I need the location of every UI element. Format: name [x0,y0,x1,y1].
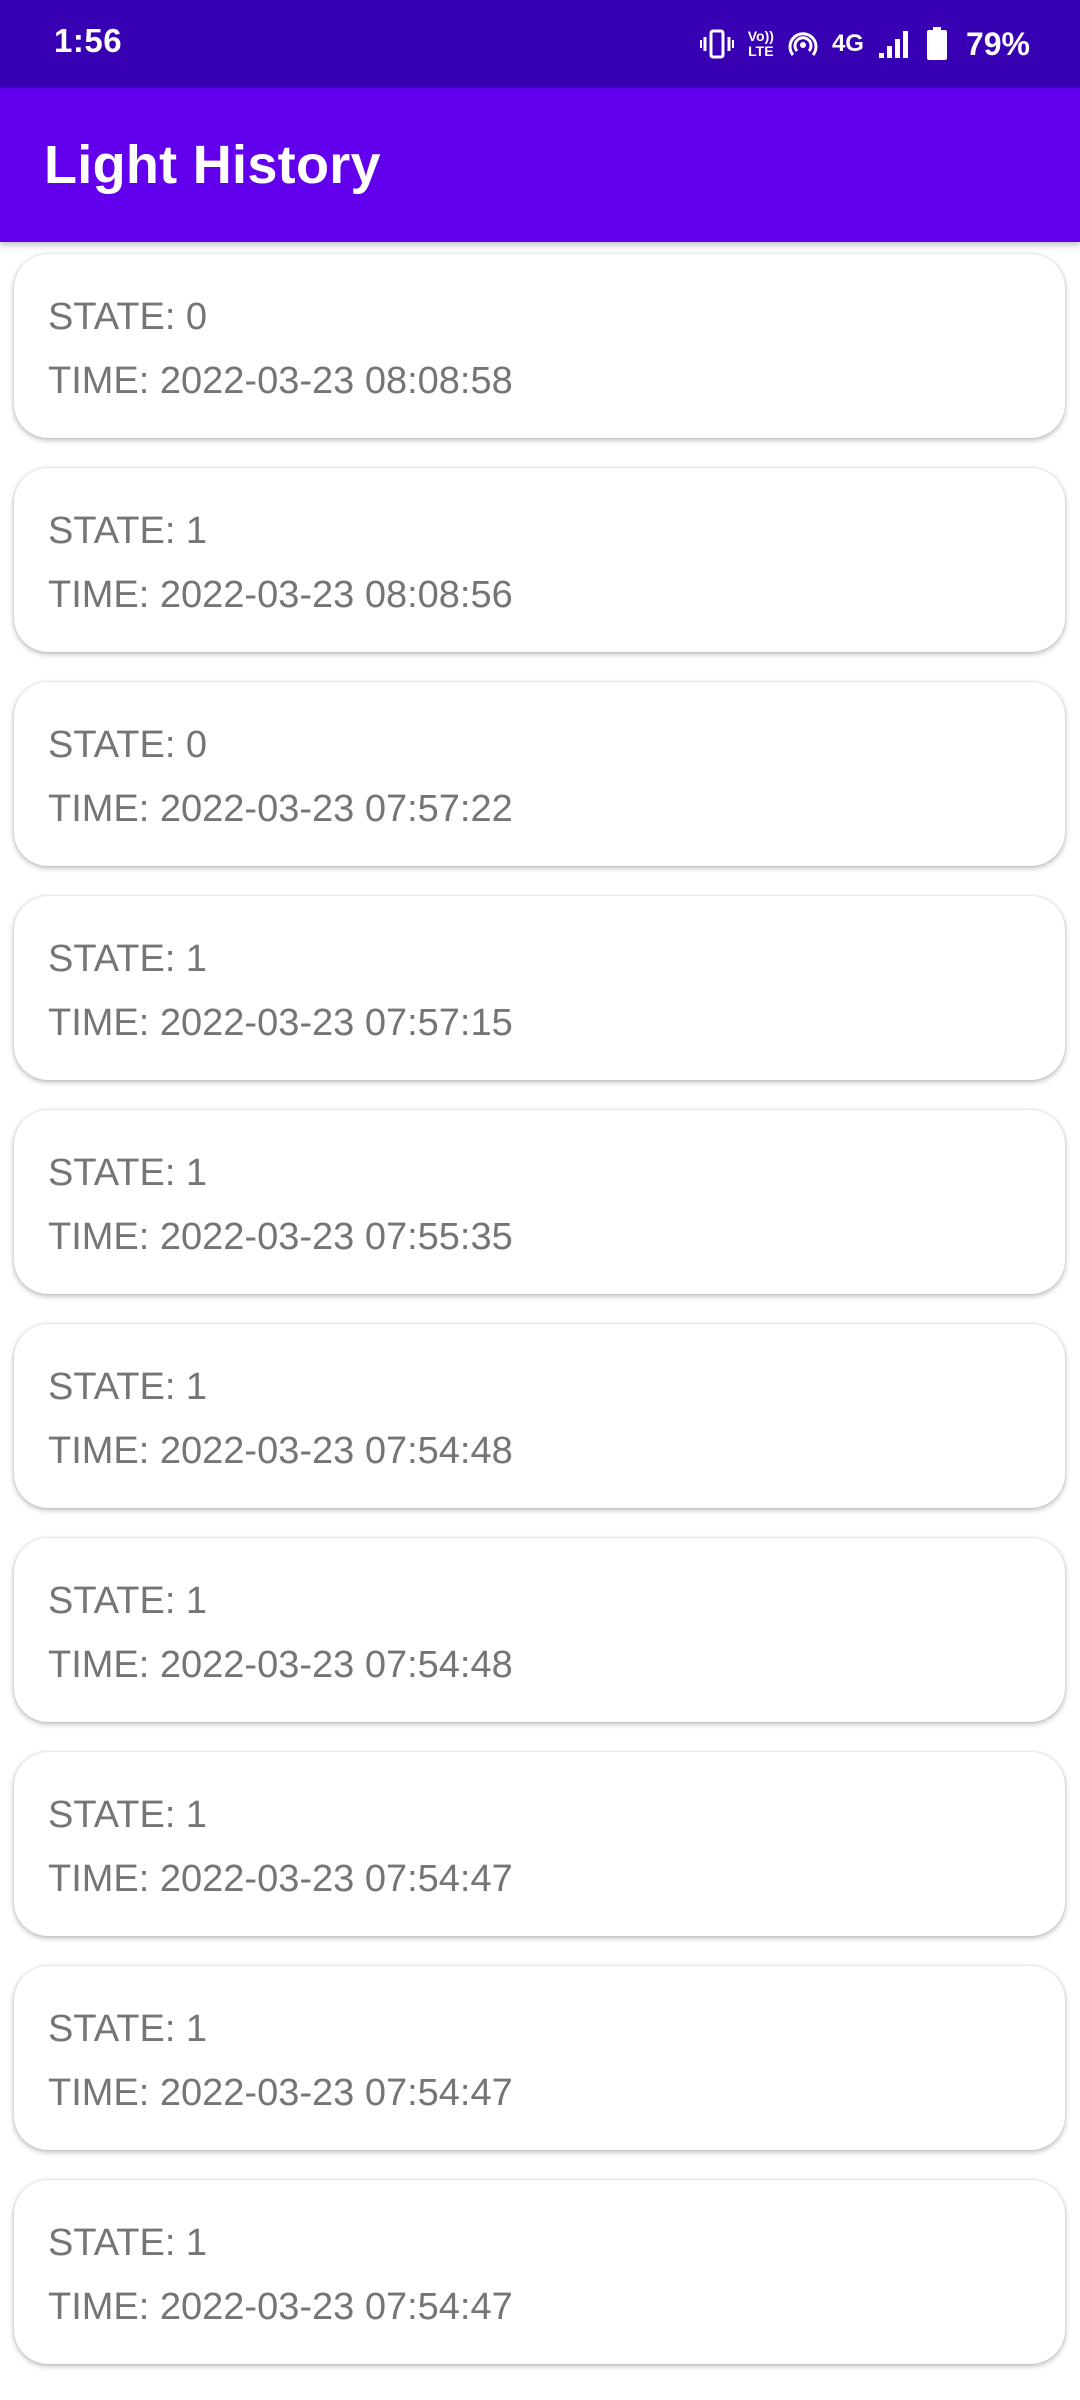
time-text: TIME: 2022-03-23 08:08:56 [48,574,513,616]
battery-percentage: 79% [965,25,1030,62]
time-text: TIME: 2022-03-23 08:08:58 [48,360,513,402]
history-card[interactable]: STATE: 0 TIME: 2022-03-23 07:57:22 [14,682,1065,866]
state-text: STATE: 1 [48,2008,208,2050]
hotspot-icon [788,29,818,59]
state-text: STATE: 1 [48,1794,208,1836]
status-icons: Vo)) LTE 4G 79% [699,20,1030,68]
signal-icon [878,29,912,59]
network-type: 4G [831,30,864,57]
time-text: TIME: 2022-03-23 07:54:48 [48,1644,513,1686]
volte-icon: Vo)) LTE [748,29,774,59]
time-text: TIME: 2022-03-23 07:54:47 [48,2286,513,2328]
page-title: Light History [44,135,381,195]
history-card[interactable]: STATE: 0 TIME: 2022-03-23 08:08:58 [14,254,1065,438]
state-text: STATE: 1 [48,1366,208,1408]
state-text: STATE: 1 [48,1152,208,1194]
time-text: TIME: 2022-03-23 07:57:15 [48,1002,513,1044]
state-text: STATE: 1 [48,1580,208,1622]
volte-bottom-label: LTE [748,43,774,59]
state-text: STATE: 1 [48,938,208,980]
time-text: TIME: 2022-03-23 07:54:47 [48,2072,513,2114]
state-text: STATE: 1 [48,2222,208,2264]
status-bar: 1:56 Vo)) LTE 4G 79% [0,0,1080,88]
history-card[interactable]: STATE: 1 TIME: 2022-03-23 07:55:35 [14,1110,1065,1294]
state-text: STATE: 0 [48,724,208,766]
battery-icon [926,27,948,61]
history-card[interactable]: STATE: 1 TIME: 2022-03-23 07:54:47 [14,1966,1065,2150]
vibrate-icon [699,29,734,59]
history-card[interactable]: STATE: 1 TIME: 2022-03-23 07:54:48 [14,1324,1065,1508]
time-text: TIME: 2022-03-23 07:57:22 [48,788,513,830]
state-text: STATE: 0 [48,296,208,338]
history-card[interactable]: STATE: 1 TIME: 2022-03-23 07:54:47 [14,1752,1065,1936]
app-bar: Light History [0,88,1080,242]
time-text: TIME: 2022-03-23 07:54:47 [48,1858,513,1900]
status-time: 1:56 [54,22,123,59]
history-card[interactable]: STATE: 1 TIME: 2022-03-23 07:57:15 [14,896,1065,1080]
time-text: TIME: 2022-03-23 07:54:48 [48,1430,513,1472]
history-card[interactable]: STATE: 1 TIME: 2022-03-23 07:54:47 [14,2180,1065,2364]
state-text: STATE: 1 [48,510,208,552]
time-text: TIME: 2022-03-23 07:55:35 [48,1216,513,1258]
volte-top-label: Vo)) [747,28,774,44]
history-card[interactable]: STATE: 1 TIME: 2022-03-23 07:54:48 [14,1538,1065,1722]
history-card[interactable]: STATE: 1 TIME: 2022-03-23 08:08:56 [14,468,1065,652]
